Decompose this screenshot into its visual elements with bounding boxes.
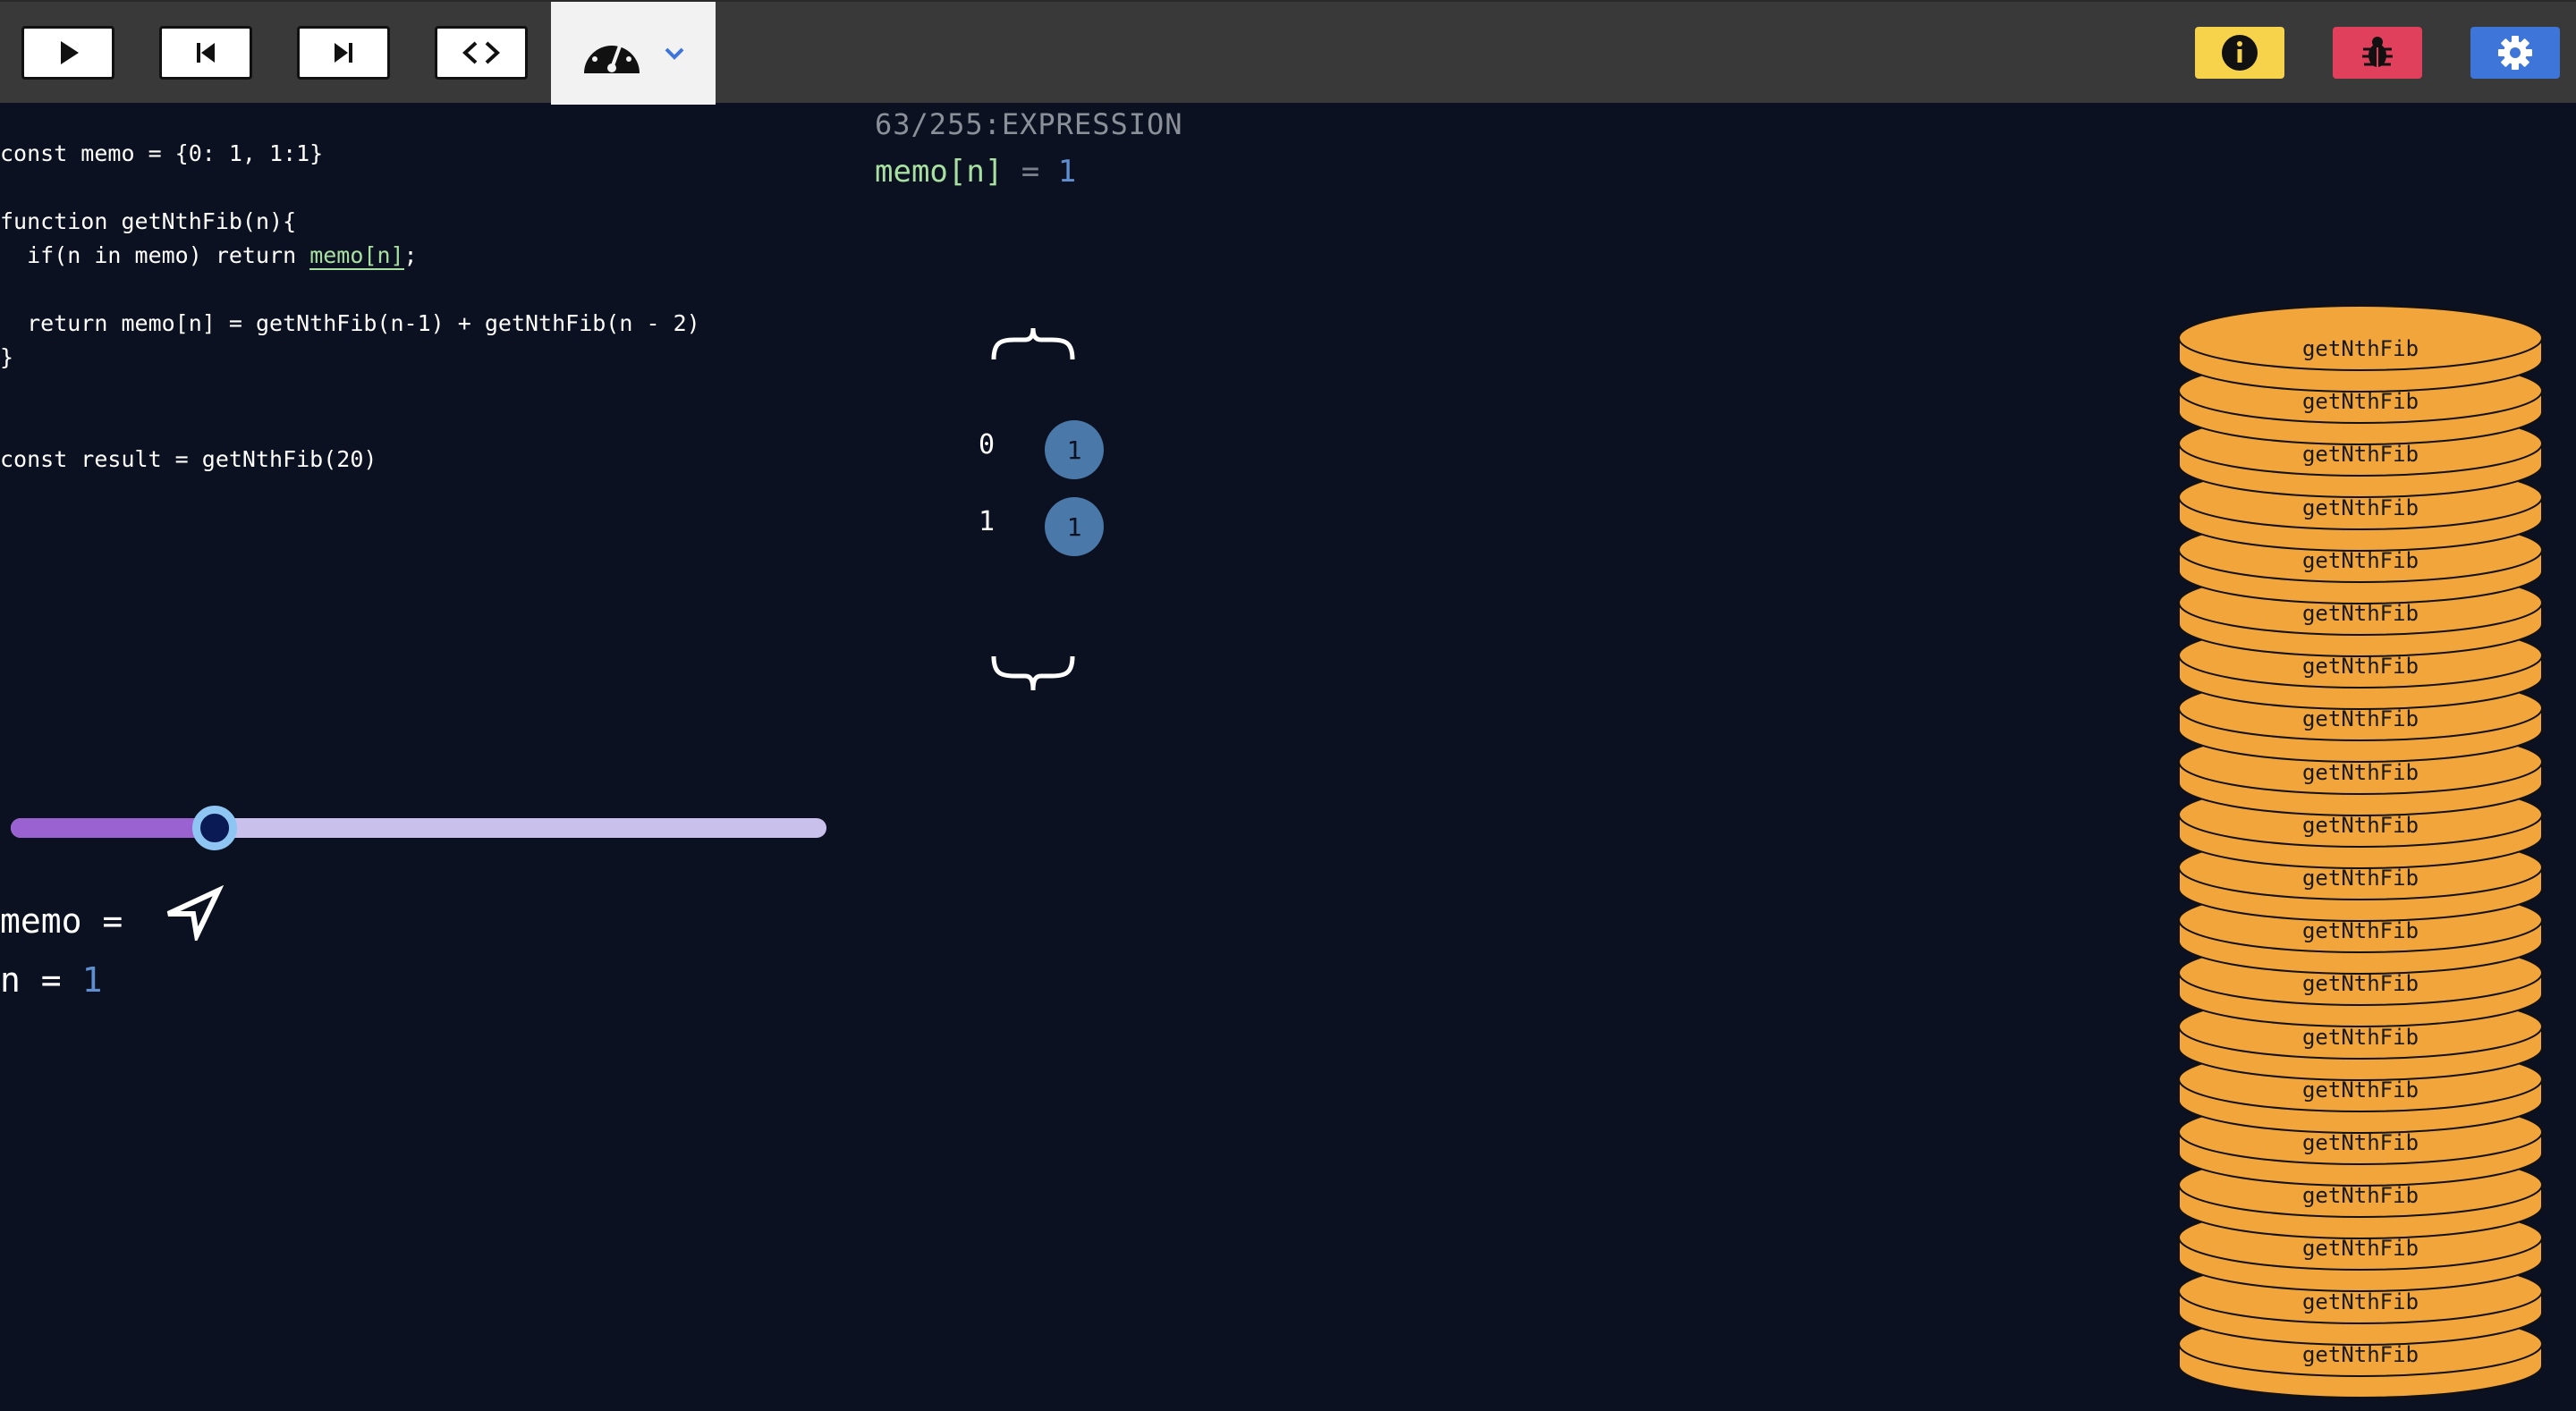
- code-line: if(n in memo) return memo[n];: [0, 242, 418, 270]
- timeline-slider[interactable]: [11, 818, 826, 838]
- bug-icon: [2362, 37, 2393, 67]
- step-indicator: 63/255:EXPRESSION: [875, 107, 1183, 141]
- close-brace-icon: [991, 655, 1075, 691]
- skip-forward-icon: [335, 43, 352, 63]
- code-line: function getNthFib(n){: [0, 208, 297, 234]
- variable-value: 1: [81, 960, 103, 1000]
- highlighted-token: memo[n]: [309, 242, 404, 270]
- memo-key: 0: [979, 429, 996, 460]
- play-button[interactable]: [21, 26, 114, 80]
- chevron-down-icon: [665, 47, 684, 60]
- code-editor: const memo = {0: 1, 1:1} function getNthF…: [0, 137, 700, 477]
- code-line: return memo[n] = getNthFib(n-1) + getNth…: [0, 310, 700, 336]
- code-toggle-button[interactable]: [435, 26, 528, 80]
- toolbar: [0, 0, 2576, 105]
- gear-icon: [2498, 36, 2532, 70]
- expression-lhs: memo[n]: [875, 154, 1004, 190]
- equals-sign: =: [40, 960, 62, 1000]
- play-icon: [61, 41, 79, 64]
- call-stack: getNthFib getNthFib getNthFib getNthFib getN…: [2177, 304, 2544, 1398]
- skip-back-icon: [197, 43, 215, 63]
- variable-memo: memo =: [0, 901, 123, 941]
- open-brace-icon: [991, 327, 1075, 360]
- step-forward-button[interactable]: [297, 26, 390, 80]
- code-line: }: [0, 344, 14, 370]
- code-line: const memo = {0: 1, 1:1}: [0, 140, 324, 166]
- debug-button[interactable]: [2333, 27, 2422, 79]
- variable-name: memo: [0, 901, 82, 941]
- current-expression: memo[n] = 1: [875, 154, 1076, 190]
- speedometer-icon: [584, 35, 640, 73]
- variable-n: n = 1: [0, 960, 102, 1000]
- equals-sign: =: [102, 901, 123, 941]
- info-button[interactable]: [2195, 27, 2284, 79]
- step-back-button[interactable]: [159, 26, 252, 80]
- memo-value[interactable]: 1: [1045, 420, 1104, 479]
- info-icon: [2222, 35, 2258, 71]
- code-line: const result = getNthFib(20): [0, 446, 377, 472]
- variable-name: n: [0, 960, 21, 1000]
- memo-value[interactable]: 1: [1045, 497, 1104, 556]
- settings-button[interactable]: [2470, 27, 2560, 79]
- pointer-arrow-icon[interactable]: [161, 885, 224, 941]
- code-icon: [462, 41, 500, 64]
- memo-key: 1: [979, 506, 996, 537]
- expression-operator: =: [1021, 154, 1040, 190]
- stack-frame-label: getNthFib: [2301, 336, 2419, 361]
- expression-value: 1: [1057, 154, 1077, 190]
- slider-thumb[interactable]: [192, 806, 237, 850]
- speed-selector[interactable]: [551, 2, 716, 105]
- slider-progress: [11, 818, 215, 838]
